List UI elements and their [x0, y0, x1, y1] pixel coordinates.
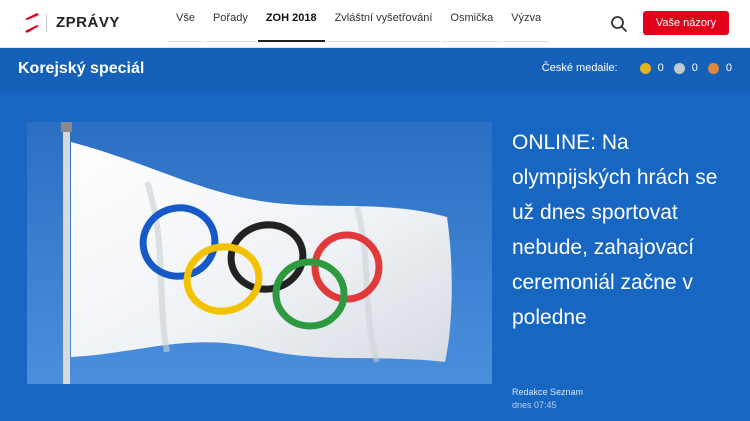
search-icon[interactable] [610, 15, 628, 33]
article-headline[interactable]: ONLINE: Na olympijských hrách se už dnes… [512, 125, 734, 335]
section-title[interactable]: Korejský speciál [18, 60, 144, 78]
nav-item-porady[interactable]: Pořady [204, 6, 256, 42]
bronze-medal-count: 0 [725, 62, 732, 74]
gold-medal: 0 [639, 62, 664, 74]
nav-item-vyzva[interactable]: Výzva [503, 6, 550, 42]
top-navigation: ZPRÁVY Vše Pořady ZOH 2018 Zvláštní vyše… [0, 0, 750, 48]
nav-item-zoh-2018[interactable]: ZOH 2018 [257, 6, 325, 42]
bronze-medal: 0 [707, 62, 732, 74]
article-time: dnes 07:45 [512, 400, 557, 410]
olympic-flag-image[interactable] [27, 122, 492, 384]
main-nav: Vše Pořady ZOH 2018 Zvláštní vyšetřování… [168, 0, 551, 48]
medals-label: České medaile: [541, 62, 618, 74]
medal-count: České medaile: 0 0 0 [542, 62, 732, 74]
nav-item-vse[interactable]: Vše [168, 6, 203, 42]
logo-divider [46, 14, 47, 32]
brand-name[interactable]: ZPRÁVY [56, 14, 120, 31]
opinions-button[interactable]: Vaše názory [643, 11, 729, 35]
nav-item-zvlastni-vysetrovani[interactable]: Zvláštní vyšetřování [326, 6, 441, 42]
bronze-medal-icon [707, 62, 719, 74]
seznam-logo-icon[interactable] [22, 11, 40, 35]
section-header: Korejský speciál České medaile: 0 0 0 [0, 48, 750, 92]
gold-medal-count: 0 [657, 62, 664, 74]
nav-item-osmicka[interactable]: Osmička [442, 6, 502, 42]
gold-medal-icon [639, 62, 651, 74]
featured-article: ONLINE: Na olympijských hrách se už dnes… [0, 92, 750, 421]
silver-medal-count: 0 [691, 62, 698, 74]
silver-medal: 0 [673, 62, 698, 74]
article-author: Redakce Seznam [512, 387, 584, 397]
silver-medal-icon [673, 62, 685, 74]
